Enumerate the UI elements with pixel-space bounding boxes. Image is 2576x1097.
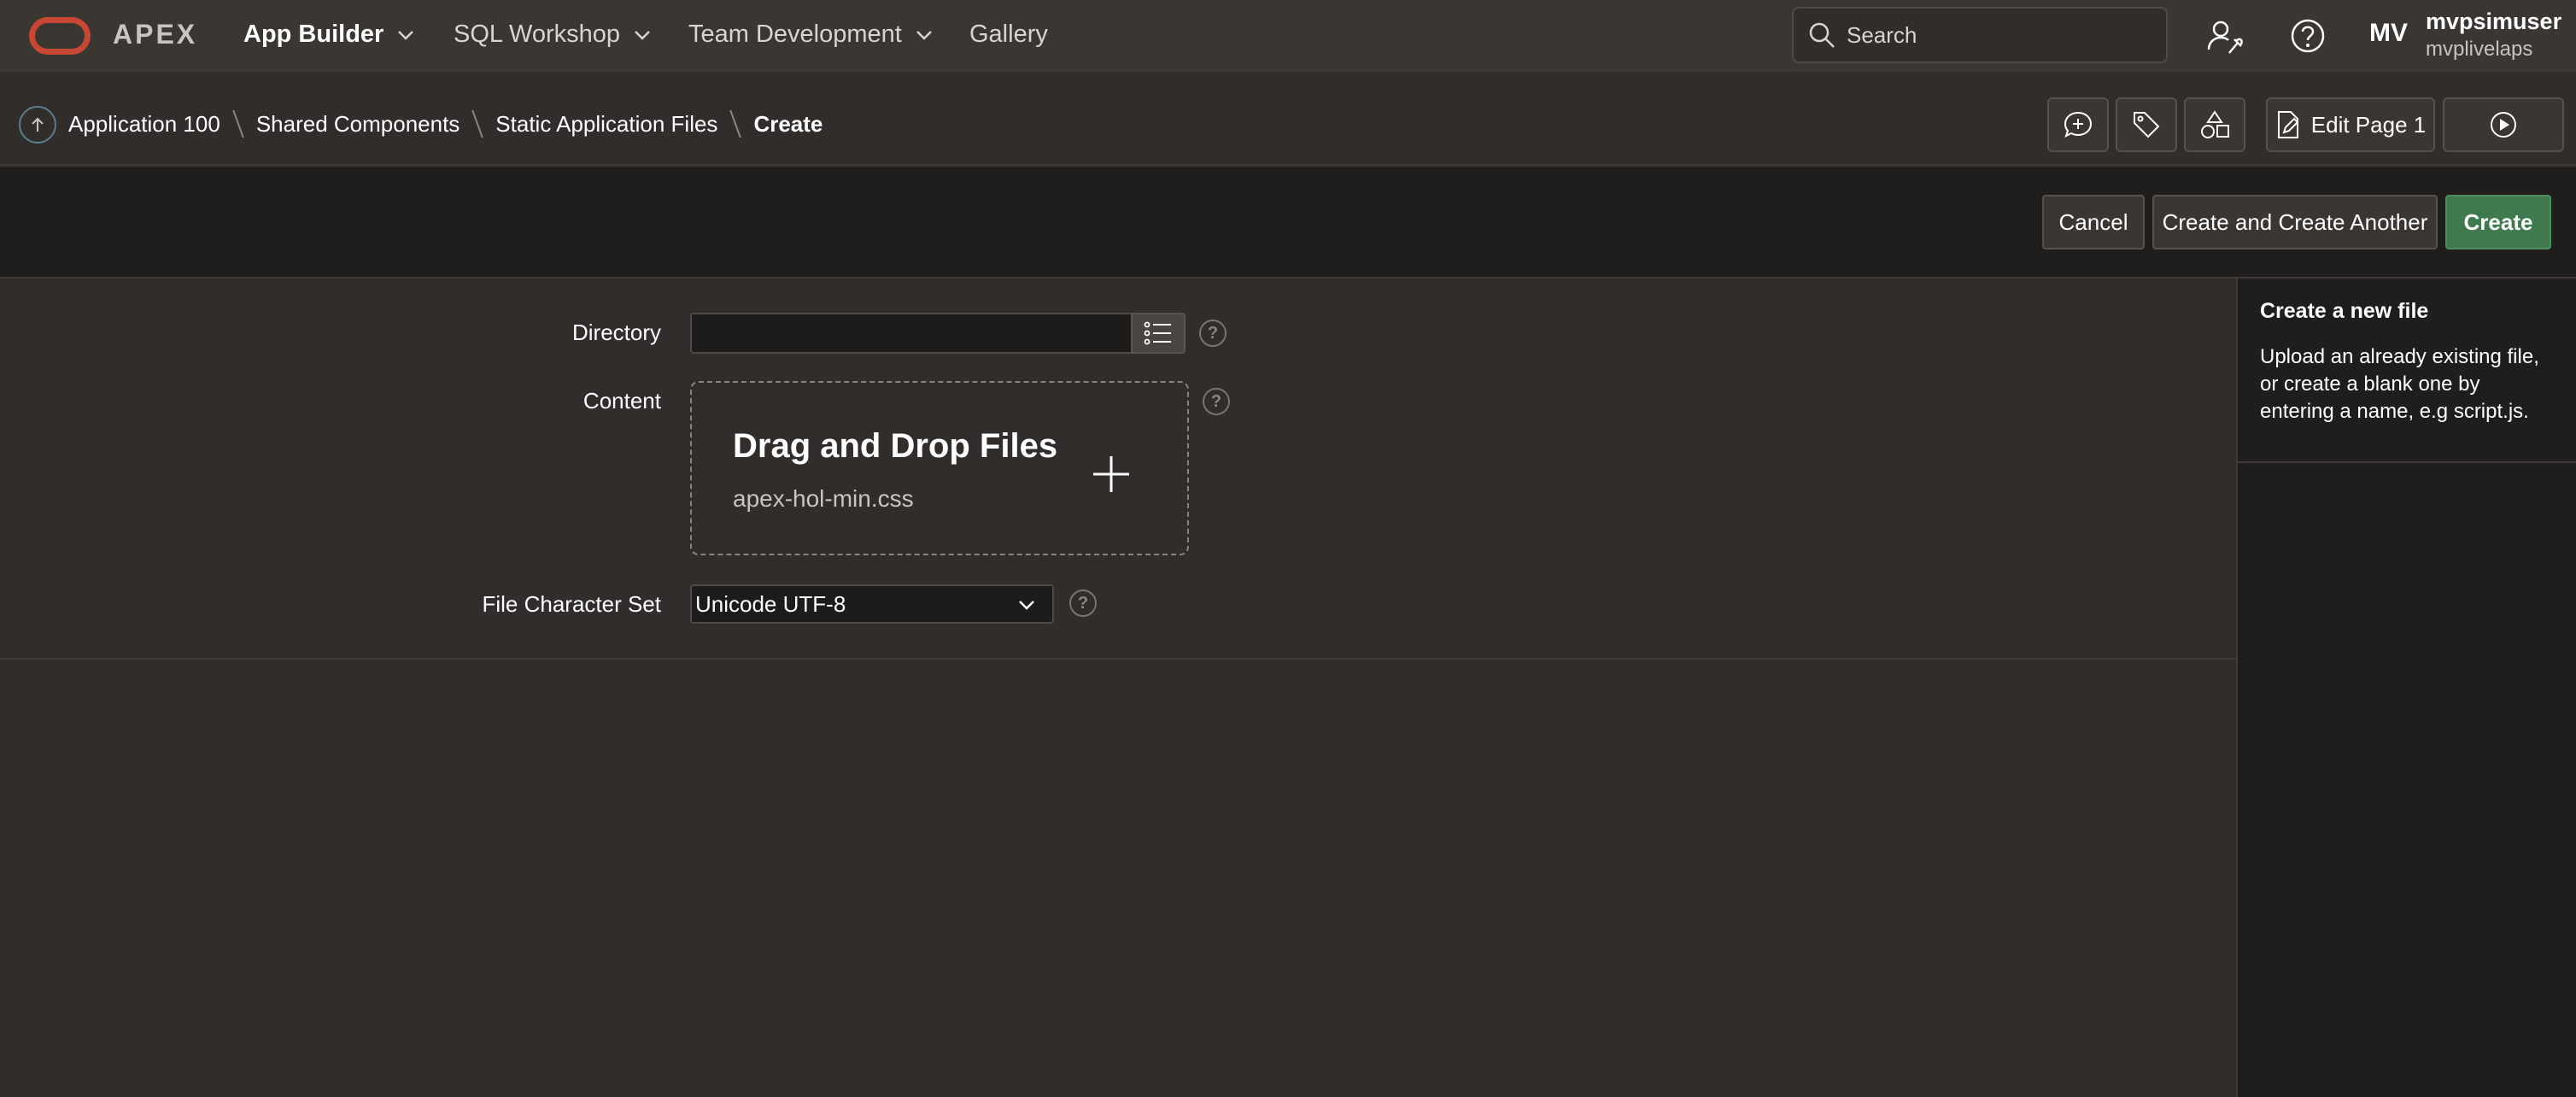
breadcrumb-separator bbox=[232, 109, 244, 138]
shared-components-button[interactable] bbox=[2184, 97, 2245, 152]
help-panel-title: Create a new file bbox=[2260, 299, 2429, 323]
chat-plus-icon bbox=[2064, 111, 2093, 138]
help-panel: Create a new file Upload an already exis… bbox=[2236, 279, 2576, 1097]
breadcrumb-separator bbox=[729, 109, 742, 138]
plus-icon[interactable] bbox=[1092, 455, 1131, 494]
create-button[interactable]: Create bbox=[2445, 195, 2551, 249]
breadcrumb-static-application-files[interactable]: Static Application Files bbox=[495, 111, 717, 138]
arrow-up-circle-icon[interactable] bbox=[19, 106, 56, 144]
user-name[interactable]: mvpsimuser bbox=[2426, 9, 2561, 35]
comment-button[interactable] bbox=[2047, 97, 2109, 152]
directory-label: Directory bbox=[571, 320, 661, 345]
nav-team-development[interactable]: Team Development bbox=[688, 21, 933, 49]
nav-sql-workshop[interactable]: SQL Workshop bbox=[454, 21, 651, 49]
user-workspace: mvplivelaps bbox=[2426, 38, 2533, 61]
dropzone-title: Drag and Drop Files bbox=[733, 427, 1058, 465]
help-panel-divider bbox=[2238, 461, 2576, 463]
edit-page-button[interactable]: Edit Page 1 bbox=[2266, 97, 2435, 152]
chevron-down-icon bbox=[635, 30, 650, 40]
file-character-set-help-icon[interactable]: ? bbox=[1069, 590, 1097, 617]
user-avatar-initials[interactable]: MV bbox=[2369, 19, 2408, 48]
search-box[interactable] bbox=[1792, 7, 2168, 63]
play-circle-icon bbox=[2491, 112, 2516, 138]
create-and-create-another-button[interactable]: Create and Create Another bbox=[2152, 195, 2438, 249]
chevron-down-icon bbox=[1019, 601, 1034, 610]
file-character-set-label: File Character Set bbox=[482, 591, 661, 617]
breadcrumb: Application 100 Shared Components Static… bbox=[68, 109, 823, 138]
nav-gallery-label: Gallery bbox=[969, 21, 1048, 48]
file-dropzone[interactable]: Drag and Drop Files apex-hol-min.css bbox=[690, 381, 1189, 555]
shapes-icon bbox=[2201, 110, 2229, 138]
chevron-down-icon bbox=[916, 30, 932, 40]
file-character-set-select[interactable]: Unicode UTF-8 bbox=[690, 584, 1054, 624]
content-label: Content bbox=[583, 388, 661, 414]
breadcrumb-separator bbox=[471, 109, 484, 138]
cancel-button[interactable]: Cancel bbox=[2042, 195, 2145, 249]
nav-app-builder-label: App Builder bbox=[243, 21, 384, 48]
chevron-down-icon bbox=[398, 30, 414, 40]
wrench-user-icon[interactable] bbox=[2204, 15, 2245, 56]
search-input[interactable] bbox=[1845, 21, 2152, 50]
dropzone-file-name: apex-hol-min.css bbox=[733, 485, 914, 512]
breadcrumb-current: Create bbox=[753, 110, 823, 137]
tag-button[interactable] bbox=[2116, 97, 2177, 152]
help-circle-icon[interactable] bbox=[2287, 15, 2328, 56]
file-character-set-value: Unicode UTF-8 bbox=[695, 590, 846, 617]
nav-sql-workshop-label: SQL Workshop bbox=[454, 21, 621, 48]
nav-team-development-label: Team Development bbox=[688, 21, 902, 48]
list-icon bbox=[1144, 321, 1171, 345]
oracle-logo-icon[interactable] bbox=[29, 17, 91, 55]
directory-list-button[interactable] bbox=[1131, 313, 1186, 354]
directory-help-icon[interactable]: ? bbox=[1199, 320, 1227, 347]
directory-input[interactable] bbox=[690, 313, 1133, 354]
top-navigation-bar: APEX App Builder SQL Workshop Team Devel… bbox=[0, 0, 2576, 72]
run-page-button[interactable] bbox=[2443, 97, 2564, 152]
arrow-up-icon bbox=[32, 117, 44, 132]
search-icon bbox=[1809, 22, 1835, 48]
tag-icon bbox=[2134, 112, 2160, 138]
breadcrumb-application[interactable]: Application 100 bbox=[68, 111, 220, 138]
help-panel-text: Upload an already existing file, or crea… bbox=[2260, 345, 2539, 423]
edit-page-label: Edit Page 1 bbox=[2310, 111, 2427, 138]
edit-page-icon bbox=[2277, 111, 2299, 138]
breadcrumb-shared-components[interactable]: Shared Components bbox=[256, 111, 460, 138]
nav-app-builder[interactable]: App Builder bbox=[243, 21, 414, 49]
apex-brand[interactable]: APEX bbox=[113, 19, 197, 50]
content-help-icon[interactable]: ? bbox=[1203, 388, 1230, 415]
nav-gallery[interactable]: Gallery bbox=[969, 21, 1048, 49]
